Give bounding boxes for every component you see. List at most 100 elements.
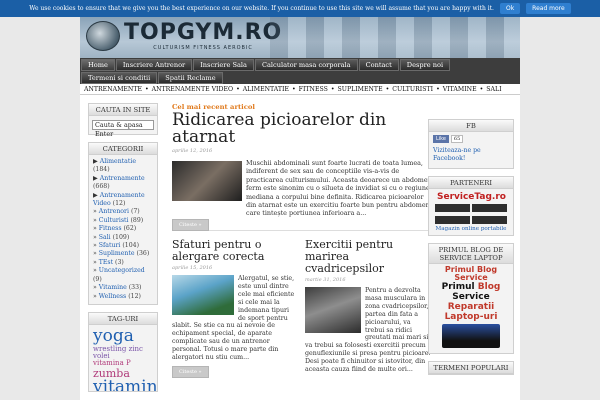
catbar-culturisti[interactable]: CULTURISTI	[392, 86, 433, 93]
category-item[interactable]: » Antrenori (7)	[93, 208, 153, 216]
category-item[interactable]: » Uncategorized (9)	[93, 267, 153, 284]
category-item[interactable]: » Vitamine (33)	[93, 284, 153, 292]
blog-subheadline: Reparatii Laptop-uri	[444, 302, 498, 322]
main-nav: Home Inscriere Antrenor Inscriere Sala C…	[80, 58, 520, 84]
category-bar: ANTRENAMENTE • ANTRENAMENTE VIDEO • ALIM…	[80, 84, 520, 95]
post-image[interactable]	[172, 275, 234, 315]
post-date: martie 31, 2016	[305, 277, 346, 283]
nav-calculator-masa[interactable]: Calculator masa corporala	[254, 59, 358, 71]
nav-spatii-reclame[interactable]: Spatii Reclame	[158, 72, 223, 84]
category-link[interactable]: Uncategorized	[99, 267, 145, 274]
catbar-vitamine[interactable]: VITAMINE	[443, 86, 477, 93]
tag-link[interactable]: yoga	[93, 327, 153, 346]
partners-widget: PARTENERI ServiceTag.ro Magazin online p…	[428, 176, 514, 236]
category-link[interactable]: Wellness	[99, 293, 126, 300]
popular-terms-widget: TERMENI POPULARI	[428, 361, 514, 375]
facebook-like-button[interactable]: Like	[433, 135, 449, 143]
catbar-antrenamente[interactable]: ANTRENAMENTE	[84, 86, 142, 93]
left-sidebar: CAUTA IN SITE Cauta & apasa Enter CATEGO…	[88, 103, 158, 399]
search-widget-title: CAUTA IN SITE	[89, 104, 157, 116]
catbar-separator: •	[330, 85, 335, 93]
category-link[interactable]: TEst	[99, 259, 113, 266]
catbar-antrenamente-video[interactable]: ANTRENAMENTE VIDEO	[152, 86, 233, 93]
post-title[interactable]: Exercitii pentru marirea cvadricepsilor	[305, 239, 431, 275]
catbar-alimentatie[interactable]: ALIMENTATIE	[243, 86, 289, 93]
category-item[interactable]: ▶ Antrenamente Video (12)	[93, 192, 153, 209]
category-count: (36)	[136, 250, 150, 258]
post-read-more-button[interactable]: Citeste »	[172, 365, 209, 378]
featured-post-title[interactable]: Ridicarea picioarelor din atarnat	[172, 112, 432, 146]
catbar-separator: •	[236, 85, 240, 93]
category-link[interactable]: Sfaturi	[99, 242, 121, 249]
category-link[interactable]: Suplimente	[99, 250, 135, 257]
nav-inscriere-sala[interactable]: Inscriere Sala	[193, 59, 254, 71]
category-link[interactable]: Alimentatie	[100, 158, 136, 165]
dumbbell-logo-icon	[86, 21, 120, 51]
search-input[interactable]: Cauta & apasa Enter	[92, 120, 154, 138]
facebook-widget: FB Like 65 Viziteaza-ne pe Facebook!	[428, 119, 514, 169]
nav-contact[interactable]: Contact	[358, 59, 399, 71]
laptop-phone-image	[442, 324, 500, 348]
partner-shop-link[interactable]: Magazin online portabile	[429, 226, 513, 235]
category-count: (89)	[130, 216, 144, 224]
category-link[interactable]: Sali	[99, 234, 111, 241]
partner-product-images[interactable]	[429, 202, 513, 214]
category-item[interactable]: » Sfaturi (104)	[93, 242, 153, 250]
main-column: Cel mai recent articol Ridicarea picioar…	[172, 103, 432, 378]
right-sidebar: FB Like 65 Viziteaza-ne pe Facebook! PAR…	[428, 119, 514, 382]
post-image[interactable]	[305, 287, 361, 333]
content-area: CAUTA IN SITE Cauta & apasa Enter CATEGO…	[80, 95, 520, 400]
category-count: (3)	[115, 258, 124, 266]
tag-link[interactable]: vitamine	[93, 378, 157, 390]
catbar-fitness[interactable]: FITNESS	[299, 86, 328, 93]
featured-post-excerpt: Muschii abdominali sunt foarte lucrati d…	[246, 159, 432, 218]
category-item[interactable]: » Culturisti (89)	[93, 217, 153, 225]
facebook-page-link[interactable]: Viziteaza-ne pe Facebook!	[433, 147, 509, 163]
logo-subtitle: CULTURISM FITNESS AEROBIC	[153, 44, 253, 51]
category-count: (33)	[128, 284, 142, 292]
facebook-widget-title: FB	[429, 120, 513, 132]
category-link[interactable]: Antrenamente	[100, 175, 145, 182]
category-item[interactable]: ▶ Alimentatie (184)	[93, 158, 153, 175]
nav-inscriere-antrenor[interactable]: Inscriere Antrenor	[115, 59, 193, 71]
cookie-ok-button[interactable]: Ok	[499, 3, 521, 14]
logo-text: TOPGYM.RO	[124, 19, 283, 45]
partners-widget-title: PARTENERI	[429, 177, 513, 189]
catbar-suplimente[interactable]: SUPLIMENTE	[338, 86, 383, 93]
nav-termeni[interactable]: Termeni si conditii	[81, 72, 158, 84]
category-link[interactable]: Vitamine	[99, 284, 127, 291]
post-title[interactable]: Sfaturi pentru o alergare corecta	[172, 239, 298, 263]
laptop-blog-banner[interactable]: Primul Blog Service Primul Blog Service …	[429, 264, 513, 353]
category-item[interactable]: » Wellness (12)	[93, 293, 153, 301]
tag-link[interactable]: wrestling zinc volei	[93, 345, 153, 361]
category-link[interactable]: Fitness	[99, 225, 122, 232]
tags-widget-title: TAG-URI	[89, 312, 157, 325]
category-count: (62)	[123, 225, 137, 233]
servicetag-logo[interactable]: ServiceTag.ro	[429, 192, 513, 202]
category-item[interactable]: » Suplimente (36)	[93, 250, 153, 258]
cookie-message: We use cookies to ensure that we give yo…	[29, 5, 494, 12]
featured-post: Cel mai recent articol Ridicarea picioar…	[172, 103, 432, 231]
category-item[interactable]: » Fitness (62)	[93, 225, 153, 233]
site-logo[interactable]: TOPGYM.RO CULTURISM FITNESS AEROBIC	[86, 21, 282, 51]
partner-product-images[interactable]	[429, 214, 513, 226]
category-link[interactable]: Antrenori	[99, 208, 129, 215]
featured-read-more-button[interactable]: Citeste »	[172, 219, 209, 231]
nav-despre-noi[interactable]: Despre noi	[399, 59, 451, 71]
nav-home[interactable]: Home	[81, 59, 115, 71]
facebook-like-count: 65	[450, 135, 464, 143]
catbar-sali[interactable]: SALI	[486, 86, 501, 93]
category-item[interactable]: » Sali (109)	[93, 234, 153, 242]
category-bullet-icon: ▶	[93, 158, 100, 165]
tag-cloud: yoga wrestling zinc volei vitamina P zum…	[89, 325, 157, 391]
category-bullet-icon: ▶	[93, 174, 100, 182]
category-count: (9)	[93, 275, 102, 283]
post-grid: Sfaturi pentru o alergare corecta aprili…	[172, 239, 432, 378]
catbar-separator: •	[479, 85, 484, 93]
category-link[interactable]: Culturisti	[99, 217, 129, 224]
cookie-read-more-button[interactable]: Read more	[526, 3, 571, 14]
category-item[interactable]: » TEst (3)	[93, 259, 153, 267]
featured-post-image[interactable]	[172, 161, 242, 201]
category-count: (12)	[128, 292, 141, 300]
category-item[interactable]: ▶ Antrenamente (668)	[93, 175, 153, 192]
